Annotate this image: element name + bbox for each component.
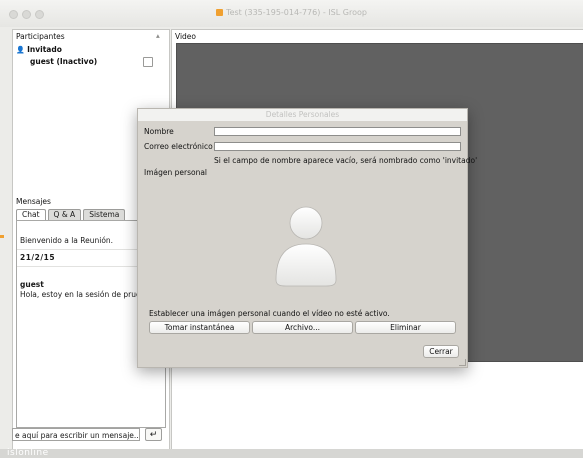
message-text: Hola, estoy en la sesión de pruel [20, 290, 143, 299]
send-button[interactable]: ↵ [145, 428, 162, 441]
participants-header: Participantes [16, 32, 65, 41]
personal-details-dialog: Detalles Personales Nombre Correo electr… [137, 108, 477, 368]
user-icon: 👤 [16, 46, 25, 54]
tab-qa[interactable]: Q & A [47, 209, 82, 220]
image-label: Imágen personal [144, 168, 208, 177]
welcome-message: Bienvenido a la Reunión. [20, 236, 114, 245]
brand-logo: islonline [7, 448, 49, 458]
email-label: Correo electrónico [144, 142, 213, 151]
tab-chat[interactable]: Chat [16, 209, 46, 220]
close-button[interactable]: Cerrar [423, 345, 459, 358]
status-bar [0, 449, 583, 458]
video-header: Video [175, 32, 197, 41]
return-arrow-icon: ↵ [149, 430, 158, 440]
delete-button[interactable]: Eliminar [355, 321, 456, 334]
default-avatar-icon [275, 206, 337, 287]
video-off-icon[interactable] [143, 57, 153, 67]
snapshot-button[interactable]: Tomar instantánea [149, 321, 250, 334]
set-image-text: Establecer una imágen personal cuando el… [149, 309, 390, 318]
tab-system[interactable]: Sistema [83, 209, 126, 220]
name-hint: Si el campo de nombre aparece vacío, ser… [214, 156, 478, 165]
participant-role: 👤 Invitado [16, 45, 62, 54]
file-button[interactable]: Archivo... [252, 321, 353, 334]
email-input[interactable] [214, 142, 461, 151]
name-input[interactable] [214, 127, 461, 136]
dialog-title: Detalles Personales [138, 109, 467, 121]
message-date: 21/2/15 [20, 253, 56, 262]
messages-header: Mensajes [16, 197, 51, 206]
resize-grip-icon[interactable] [459, 359, 466, 366]
app-icon [216, 9, 224, 16]
message-sender: guest [20, 280, 44, 289]
participant-guest[interactable]: guest (Inactivo) [30, 57, 97, 66]
splitter-indicator-icon [0, 235, 4, 238]
chat-message-input[interactable]: e aquí para escribir un mensaje... [12, 428, 140, 441]
window-titlebar: Test (335-195-014-776) - ISL Groop [0, 0, 583, 27]
messages-tabs: Chat Q & A Sistema [16, 209, 127, 220]
name-label: Nombre [144, 127, 174, 136]
window-title: Test (335-195-014-776) - ISL Groop [0, 8, 583, 17]
collapse-arrow-icon[interactable]: ▴ [156, 31, 160, 40]
